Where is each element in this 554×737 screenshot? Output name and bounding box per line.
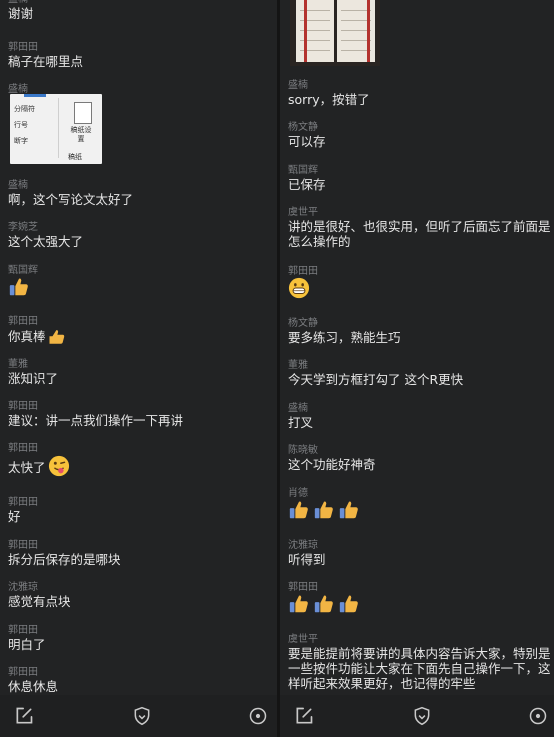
message-text: 涨知识了 <box>8 371 59 386</box>
edit-button[interactable] <box>292 704 316 728</box>
message-text: 建议：讲一点我们操作一下再讲 <box>8 413 184 428</box>
message-sender: 郭田田 <box>8 443 38 454</box>
message-text: 明白了 <box>8 637 46 652</box>
message-sender: 郭田田 <box>8 540 38 551</box>
message-sender: 郭田田 <box>288 266 318 277</box>
message-text: 你真棒 <box>8 328 66 346</box>
message-sender: 甄国辉 <box>288 165 318 176</box>
message-text: 已保存 <box>288 177 326 192</box>
target-button[interactable] <box>246 704 270 728</box>
message-text: 讲的是很好、也很实用，但听了后面忘了前面是怎么操作的 <box>288 219 551 249</box>
message-sender: 郭田田 <box>8 667 38 678</box>
thumbs-up-row <box>288 499 360 521</box>
message-sender: 盛楠 <box>288 403 308 414</box>
message-sender: 盛楠 <box>8 0 28 5</box>
chat-pane-left[interactable]: 盛楠 谢谢 郭田田 稿子在哪里点 盛楠 分隔符 行号 断字 稿纸设置 稿纸 <box>0 0 277 737</box>
message-sender: 董雅 <box>288 360 308 371</box>
message-text: 可以存 <box>288 134 326 149</box>
message-text: 好 <box>8 509 21 524</box>
message-sender: 盛楠 <box>8 84 28 95</box>
ribbon-label: 分隔符 <box>14 105 35 113</box>
thumbs-up-icon <box>289 595 308 613</box>
message-sender: 虞世平 <box>288 634 318 645</box>
message-sender: 郭田田 <box>288 582 318 593</box>
message-text: 这个功能好神奇 <box>288 457 376 472</box>
message-sender: 郭田田 <box>8 316 38 327</box>
document-icon <box>74 102 92 124</box>
message-sender: 杨文静 <box>288 122 318 133</box>
message-text: 听得到 <box>288 552 326 567</box>
shield-icon <box>134 706 150 726</box>
message-text: 要多练习，熟能生巧 <box>288 330 401 345</box>
bottom-toolbar <box>280 695 554 737</box>
ribbon-screenshot-image[interactable]: 分隔符 行号 断字 稿纸设置 稿纸 <box>10 94 102 164</box>
message-text: 要是能提前将要讲的具体内容告诉大家，特别是一些按件功能让大家在下面先自己操作一下… <box>288 646 551 691</box>
thumbs-up-icon <box>314 595 333 613</box>
target-icon <box>529 707 547 725</box>
message-text: 打叉 <box>288 415 314 430</box>
thumbs-up-row <box>288 593 360 615</box>
message-text: 谢谢 <box>8 6 34 21</box>
message-sender: 沈雅琼 <box>8 582 38 593</box>
message-sender: 李婉芝 <box>8 222 38 233</box>
ribbon-label: 行号 <box>14 121 28 129</box>
ribbon-label: 断字 <box>14 137 28 145</box>
message-sender: 甄国辉 <box>8 265 38 276</box>
shield-button[interactable] <box>130 704 154 728</box>
message-text: 感觉有点块 <box>8 594 71 609</box>
thumbs-up-icon <box>314 501 333 519</box>
message-text: 今天学到方框打勾了 这个R更快 <box>288 372 464 387</box>
shield-button[interactable] <box>410 704 434 728</box>
target-button[interactable] <box>526 704 550 728</box>
message-text: sorry，按错了 <box>288 92 370 107</box>
thumbs-up-icon <box>49 330 64 344</box>
edit-icon <box>296 707 313 724</box>
message-sender: 郭田田 <box>8 497 38 508</box>
message-text: 啊，这个写论文太好了 <box>8 192 134 207</box>
message-sender: 盛楠 <box>8 180 28 191</box>
message-sender: 郭田田 <box>8 625 38 636</box>
thumbs-up-icon <box>289 501 308 519</box>
message-sender: 肖德 <box>288 488 308 499</box>
message-sender: 郭田田 <box>8 401 38 412</box>
message-text: 这个太强大了 <box>8 234 84 249</box>
edit-button[interactable] <box>12 704 36 728</box>
chat-split-screen: 盛楠 谢谢 郭田田 稿子在哪里点 盛楠 分隔符 行号 断字 稿纸设置 稿纸 <box>0 0 554 737</box>
target-icon <box>249 707 267 725</box>
message-sender: 董雅 <box>8 359 28 370</box>
chat-pane-right[interactable]: 盛楠 sorry，按错了 杨文静 可以存 甄国辉 已保存 虞世平 讲的是很好、也… <box>280 0 554 737</box>
notebook-photo-image[interactable] <box>290 0 380 66</box>
ribbon-label: 稿纸设置 <box>70 126 92 143</box>
thumbs-up-icon <box>339 501 358 519</box>
message-sender: 沈雅琼 <box>288 540 318 551</box>
winking-tongue-face-icon <box>48 455 69 477</box>
message-text: 拆分后保存的是哪块 <box>8 552 121 567</box>
message-sender: 盛楠 <box>288 80 308 91</box>
message-sender: 虞世平 <box>288 207 318 218</box>
bottom-toolbar <box>0 695 277 737</box>
message-sender: 陈晓敏 <box>288 445 318 456</box>
grinning-face-icon <box>288 277 310 299</box>
thumbs-up-icon <box>339 595 358 613</box>
ribbon-label: 稿纸 <box>68 153 82 161</box>
message-text: 太快了 <box>8 455 70 477</box>
thumbs-up-icon <box>9 278 28 296</box>
message-text: 稿子在哪里点 <box>8 54 84 69</box>
edit-icon <box>16 707 33 724</box>
message-sender: 杨文静 <box>288 318 318 329</box>
message-sender: 郭田田 <box>8 42 38 53</box>
message-text: 休息休息 <box>8 679 59 694</box>
shield-icon <box>414 706 430 726</box>
